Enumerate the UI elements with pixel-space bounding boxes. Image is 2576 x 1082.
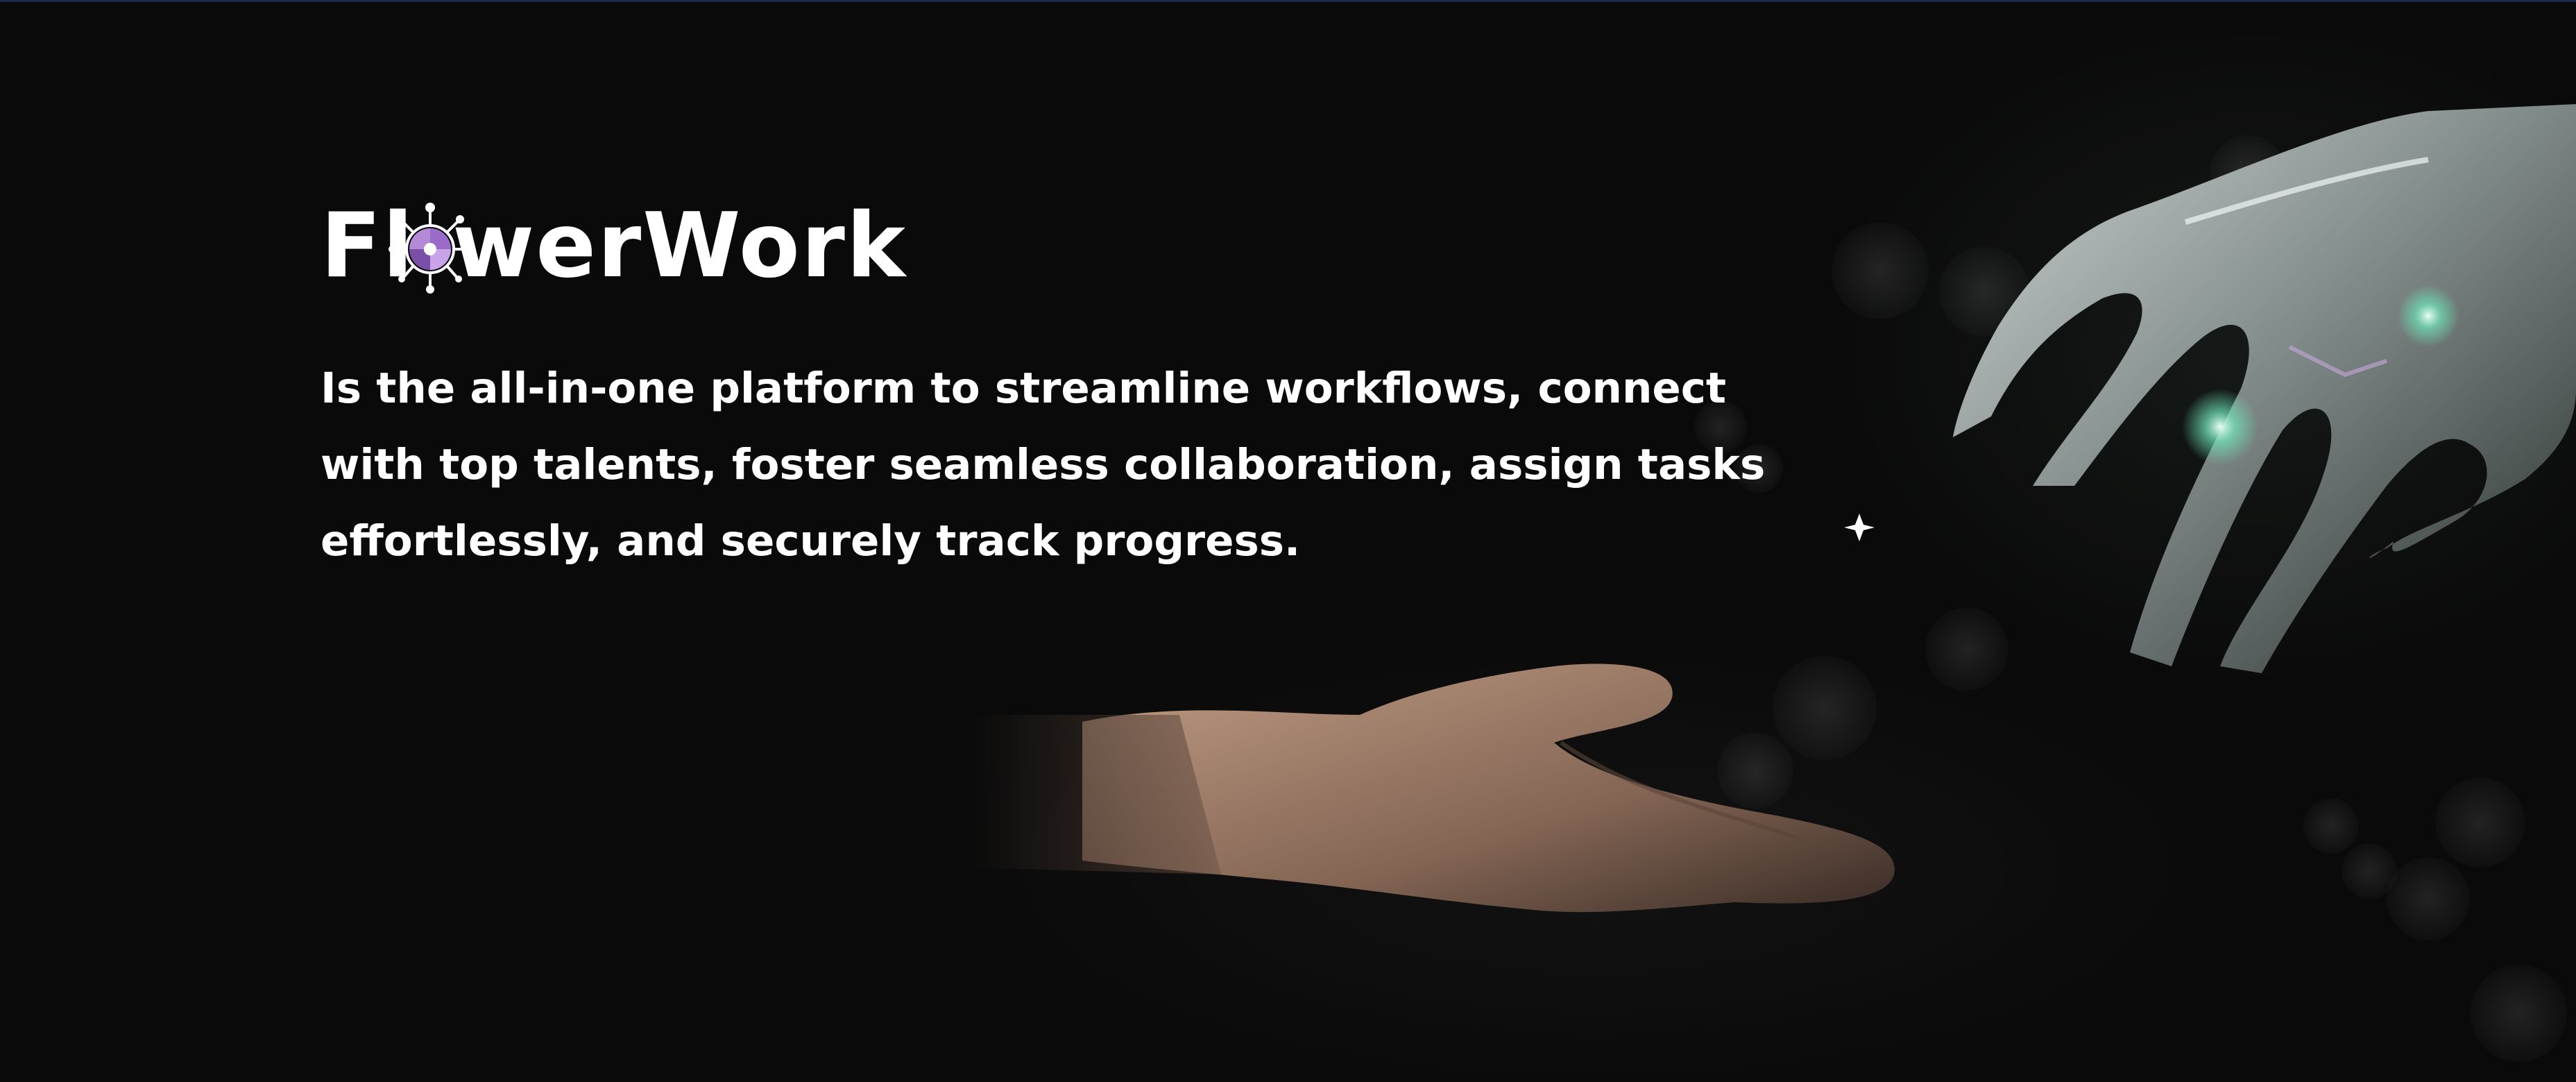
sparkle <box>1844 514 1875 541</box>
logo-text-end: werWork <box>452 194 907 298</box>
hero-banner: Fl werWork Is the all-in-one platform to… <box>0 0 2576 1082</box>
robot-hand <box>1953 104 2576 673</box>
hero-tagline: Is the all-in-one platform to streamline… <box>321 364 1766 566</box>
flowerwork-logo[interactable]: Fl werWork <box>321 198 905 295</box>
